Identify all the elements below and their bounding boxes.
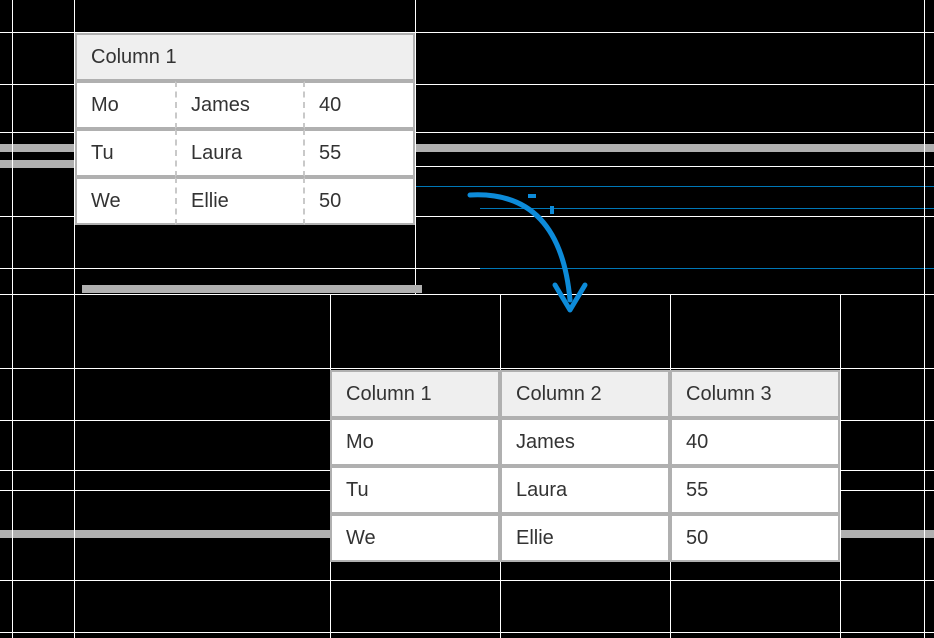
cell-c3: 50 [670, 514, 840, 562]
table-row: We Ellie 50 [330, 514, 840, 562]
table-row: We Ellie 50 [75, 177, 415, 225]
source-table-header: Column 1 [75, 33, 415, 81]
cell-name: Ellie [175, 177, 305, 225]
result-header-1: Column 1 [330, 370, 500, 418]
cell-c2: James [500, 418, 670, 466]
cell-day: Mo [75, 81, 175, 129]
cell-day: Tu [75, 129, 175, 177]
cell-c2: Ellie [500, 514, 670, 562]
table-row: Tu Laura 55 [330, 466, 840, 514]
source-table: Column 1 Mo James 40 Tu Laura 55 We Elli… [75, 33, 415, 225]
cell-name: Laura [175, 129, 305, 177]
cell-c1: Tu [330, 466, 500, 514]
cell-c1: Mo [330, 418, 500, 466]
result-header-3: Column 3 [670, 370, 840, 418]
cell-name: James [175, 81, 305, 129]
result-table: Column 1 Column 2 Column 3 Mo James 40 T… [330, 370, 840, 562]
cell-c1: We [330, 514, 500, 562]
cell-value: 55 [305, 129, 415, 177]
table-row: Mo James 40 [330, 418, 840, 466]
table-row: Tu Laura 55 [75, 129, 415, 177]
cell-value: 50 [305, 177, 415, 225]
cell-c2: Laura [500, 466, 670, 514]
cell-day: We [75, 177, 175, 225]
cell-value: 40 [305, 81, 415, 129]
table-row: Mo James 40 [75, 81, 415, 129]
cell-c3: 40 [670, 418, 840, 466]
split-arrow-icon [460, 180, 620, 340]
cell-c3: 55 [670, 466, 840, 514]
result-header-2: Column 2 [500, 370, 670, 418]
table-shadow [82, 285, 422, 293]
